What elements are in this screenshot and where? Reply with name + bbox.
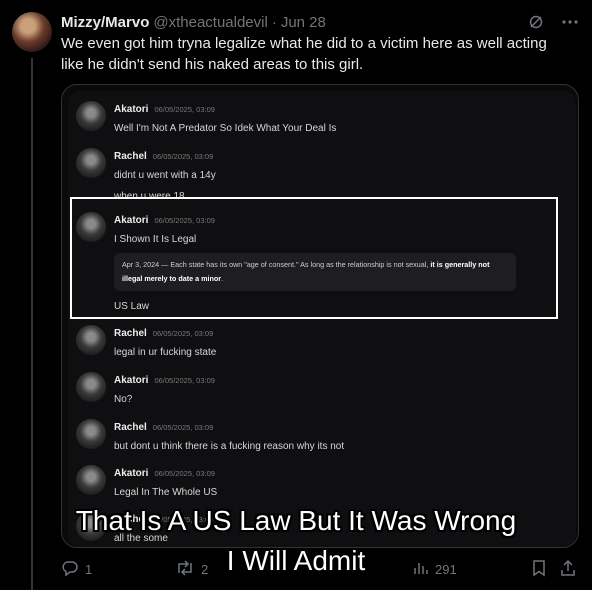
- reply-button[interactable]: 1: [61, 558, 92, 580]
- chat-text: Legal In The Whole US: [114, 487, 218, 498]
- author-handle[interactable]: @xtheactualdevil: [153, 14, 267, 31]
- author-name[interactable]: Mizzy/Marvo: [61, 14, 149, 31]
- chat-avatar: [76, 372, 106, 402]
- reply-icon: [61, 559, 79, 580]
- chat-text: but dont u think there is a fucking reas…: [114, 441, 345, 452]
- chat-avatar: [76, 419, 106, 449]
- highlight-box: [70, 197, 558, 319]
- views-count: 291: [435, 561, 457, 577]
- reply-count: 1: [85, 561, 93, 577]
- tweet[interactable]: Mizzy/Marvo @xtheactualdevil · Jun 28 We…: [0, 0, 592, 590]
- separator-dot: ·: [271, 13, 277, 31]
- tweet-media[interactable]: Akatori 06/05/2025, 03:09 Well I'm Not A …: [61, 84, 579, 548]
- chat-author: Akatori: [114, 104, 149, 115]
- chat-timestamp: 06/05/2025, 03:09: [154, 105, 215, 114]
- share-button[interactable]: [559, 558, 577, 580]
- tweet-header: Mizzy/Marvo @xtheactualdevil · Jun 28: [61, 12, 580, 32]
- chat-timestamp: 06/05/2025, 03:09: [154, 469, 215, 478]
- bookmark-icon: [531, 559, 547, 580]
- chat-avatar: [76, 101, 106, 131]
- chat-author: Rachel: [114, 151, 147, 162]
- chat-text: Well I'm Not A Predator So Idek What You…: [114, 123, 337, 134]
- repost-icon: [175, 559, 195, 580]
- chat-text: didnt u went with a 14y: [114, 170, 216, 181]
- chat-screenshot: Akatori 06/05/2025, 03:09 Well I'm Not A …: [68, 91, 576, 547]
- avatar[interactable]: [12, 12, 52, 52]
- chat-text: No?: [114, 394, 133, 405]
- chat-timestamp: 06/05/2025, 03:09: [152, 423, 214, 432]
- grok-icon[interactable]: [526, 12, 546, 32]
- views-icon: [413, 560, 429, 579]
- chat-author: Rachel: [114, 422, 147, 433]
- chat-author: Akatori: [114, 468, 149, 479]
- caption-line-1: That Is A US Law But It Was Wrong: [75, 505, 517, 536]
- more-icon[interactable]: [560, 12, 580, 32]
- tweet-date[interactable]: Jun 28: [281, 14, 326, 31]
- repost-button[interactable]: 2: [175, 558, 208, 580]
- chat-timestamp: 06/05/2025, 03:09: [154, 376, 215, 385]
- share-icon: [559, 559, 577, 580]
- bookmark-button[interactable]: [531, 558, 547, 580]
- action-bar: 1 2 291: [61, 558, 581, 580]
- chat-text: legal in ur fucking state: [114, 347, 217, 358]
- chat-author: Rachel: [114, 328, 147, 339]
- chat-author: Akatori: [114, 375, 149, 386]
- chat-timestamp: 06/05/2025, 03:09: [152, 152, 214, 161]
- views-button[interactable]: 291: [413, 558, 457, 580]
- chat-timestamp: 06/05/2025, 03:09: [152, 329, 214, 338]
- tweet-text: We even got him tryna legalize what he d…: [61, 35, 547, 73]
- chat-avatar: [76, 465, 106, 495]
- chat-avatar: [76, 148, 106, 178]
- repost-count: 2: [201, 561, 209, 577]
- chat-avatar: [76, 325, 106, 355]
